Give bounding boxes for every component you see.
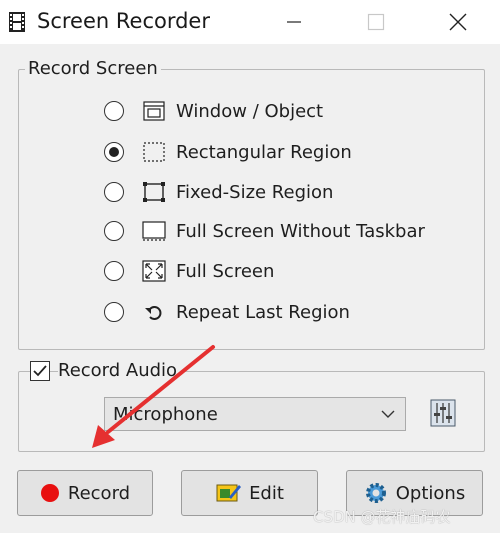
option-label: Fixed-Size Region bbox=[176, 181, 334, 203]
radio-full-screen-without-taskbar[interactable] bbox=[104, 221, 124, 241]
radio-window-object[interactable] bbox=[104, 101, 124, 121]
radio-fixed-size-region[interactable] bbox=[104, 182, 124, 202]
window-object-icon bbox=[142, 99, 166, 123]
option-label: Rectangular Region bbox=[176, 141, 352, 163]
gear-icon bbox=[364, 481, 388, 505]
watermark: CSDN @花神庙码农 bbox=[313, 508, 451, 526]
audio-device-value: Microphone bbox=[113, 404, 218, 425]
option-repeat-last-region[interactable]: Repeat Last Region bbox=[104, 297, 350, 327]
full-screen-without-taskbar-icon bbox=[142, 219, 166, 243]
option-full-screen[interactable]: Full Screen bbox=[104, 256, 274, 286]
record-button[interactable]: Record bbox=[17, 470, 153, 516]
full-screen-icon bbox=[142, 259, 166, 283]
edit-button[interactable]: Edit bbox=[181, 470, 318, 516]
fixed-size-region-icon bbox=[142, 180, 166, 204]
film-strip-icon bbox=[9, 12, 25, 32]
close-button[interactable] bbox=[435, 0, 481, 44]
chevron-down-icon bbox=[381, 410, 395, 418]
record-button-label: Record bbox=[67, 482, 131, 504]
edit-button-label: Edit bbox=[249, 482, 284, 504]
option-fixed-size-region[interactable]: Fixed-Size Region bbox=[104, 177, 333, 207]
audio-device-select[interactable]: Microphone bbox=[104, 397, 406, 431]
option-label: Full Screen Without Taskbar bbox=[176, 220, 425, 242]
close-icon bbox=[449, 13, 467, 31]
window-title: Screen Recorder bbox=[37, 9, 210, 33]
audio-mixer-button[interactable] bbox=[430, 399, 456, 427]
checkmark-icon bbox=[33, 365, 47, 377]
maximize-button[interactable] bbox=[353, 0, 399, 44]
option-label: Repeat Last Region bbox=[176, 301, 350, 323]
audio-mixer-icon bbox=[430, 399, 456, 427]
option-window-object[interactable]: Window / Object bbox=[104, 96, 323, 126]
title-bar: Screen Recorder bbox=[0, 0, 500, 44]
rectangular-region-icon bbox=[142, 140, 166, 164]
option-label: Full Screen bbox=[176, 260, 275, 282]
maximize-icon bbox=[367, 13, 385, 31]
minimize-icon bbox=[287, 21, 301, 23]
edit-icon bbox=[215, 481, 242, 505]
radio-full-screen[interactable] bbox=[104, 261, 124, 281]
record-dot-icon bbox=[40, 483, 60, 503]
option-full-screen-without-taskbar[interactable]: Full Screen Without Taskbar bbox=[104, 216, 425, 246]
record-audio-checkbox[interactable] bbox=[30, 361, 50, 381]
option-rectangular-region[interactable]: Rectangular Region bbox=[104, 137, 352, 167]
record-screen-legend: Record Screen bbox=[25, 58, 161, 80]
repeat-last-region-icon bbox=[142, 300, 166, 324]
option-label: Window / Object bbox=[176, 100, 324, 122]
radio-rectangular-region[interactable] bbox=[104, 142, 124, 162]
minimize-button[interactable] bbox=[271, 0, 317, 44]
radio-repeat-last-region[interactable] bbox=[104, 302, 124, 322]
record-audio-label: Record Audio bbox=[58, 360, 181, 381]
options-button-label: Options bbox=[395, 482, 466, 504]
